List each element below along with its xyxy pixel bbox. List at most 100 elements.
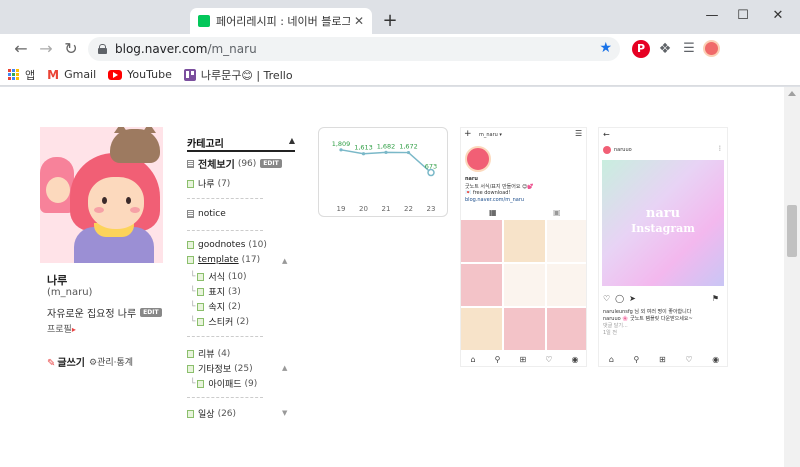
new-tab-button[interactable]: + xyxy=(380,10,400,31)
pinterest-icon[interactable]: P xyxy=(632,40,650,58)
search-icon: ⚲ xyxy=(633,354,640,364)
profile-image[interactable] xyxy=(40,127,163,263)
reading-list-icon[interactable]: ☰ xyxy=(680,40,698,58)
gmail-icon: M xyxy=(47,67,60,82)
manage-stats-link[interactable]: ⚙관리·통계 xyxy=(89,355,133,368)
category-item-template[interactable]: template (17) xyxy=(187,255,260,265)
edit-description-button[interactable]: EDIT xyxy=(140,308,162,317)
tab-close-icon[interactable]: ✕ xyxy=(354,14,364,28)
category-item-etc-info[interactable]: 기타정보 (25) xyxy=(187,362,253,375)
heart-icon: ♡ xyxy=(685,354,693,364)
bookmark-trello[interactable]: 나루문구😊 | Trello xyxy=(183,67,293,83)
bookmark-star-icon[interactable]: ★ xyxy=(599,40,612,56)
category-item-notice[interactable]: notice xyxy=(187,209,226,219)
visitor-date-label: 22 xyxy=(404,205,413,213)
category-item-ipad[interactable]: └ 아이패드 (9) xyxy=(190,377,257,391)
more-icon: ⋮ xyxy=(717,145,723,152)
edit-category-button[interactable]: EDIT xyxy=(260,159,282,168)
category-item-review[interactable]: 리뷰 (4) xyxy=(187,347,230,360)
category-item-inner-page[interactable]: └ 속지 (2) xyxy=(190,300,241,314)
phone1-username: m_naru ▾ xyxy=(479,132,502,138)
pencil-icon: ✎ xyxy=(47,358,56,369)
visitor-value-label: 1,682 xyxy=(377,142,396,150)
search-icon: ⚲ xyxy=(494,354,501,364)
share-icon: ➤ xyxy=(629,294,636,303)
document-icon xyxy=(187,241,194,249)
document-icon xyxy=(187,256,194,264)
visitor-value-label: 1,809 xyxy=(332,140,351,148)
collapse-arrow-icon[interactable]: ▲ xyxy=(282,364,287,372)
list-icon xyxy=(187,159,194,168)
collapse-arrow-icon[interactable]: ▲ xyxy=(282,257,287,265)
bookmarks-bar: 앱 M Gmail YouTube 나루문구😊 | Trello xyxy=(0,64,800,86)
collapse-caret-icon[interactable]: ▲ xyxy=(289,136,295,145)
category-item-cover[interactable]: └ 표지 (3) xyxy=(190,285,241,299)
visitor-stat-widget[interactable]: 1,809 19 1,613 20 1,682 21 1,672 22 673 23 xyxy=(318,127,448,217)
visitor-point[interactable] xyxy=(339,148,343,152)
document-icon xyxy=(187,364,194,373)
instagram-bottom-nav: ⌂ ⚲ ⊞ ♡ ◉ xyxy=(461,352,586,366)
blog-owner-name: 나루 xyxy=(47,274,68,287)
document-icon xyxy=(197,379,205,388)
back-arrow-icon: ← xyxy=(603,130,610,139)
category-item-sticker[interactable]: └ 스티커 (2) xyxy=(190,315,249,329)
blog-description: 자유로운 집요정 나루 EDIT xyxy=(47,305,162,320)
browser-toolbar: ← → ↻ blog.naver.com/m_naru ★ P ❖ ☰ xyxy=(0,34,800,64)
forward-arrow-icon[interactable]: → xyxy=(37,40,55,58)
category-item-goodnotes[interactable]: goodnotes (10) xyxy=(187,240,267,250)
visitor-value-label: 1,672 xyxy=(399,143,418,151)
address-bar[interactable]: blog.naver.com/m_naru ★ xyxy=(88,37,620,61)
minimize-button[interactable]: — xyxy=(697,6,727,26)
category-all[interactable]: 전체보기 (96) EDIT xyxy=(187,156,282,171)
close-window-button[interactable]: ✕ xyxy=(763,6,793,26)
page-scrollbar[interactable] xyxy=(784,87,800,467)
visitor-point[interactable] xyxy=(361,152,366,156)
instagram-profile-screenshot: + m_naru ▾ ☰ naru 굿노트 서식/표지 만들어요 😊💕 💌 fr… xyxy=(460,127,587,367)
visitor-date-label: 19 xyxy=(337,205,346,213)
add-post-icon: ⊞ xyxy=(519,354,527,364)
apps-grid-icon xyxy=(8,69,19,80)
profile-avatar[interactable] xyxy=(703,40,720,57)
document-icon xyxy=(197,272,205,281)
profile-icon: ◉ xyxy=(571,354,579,364)
page-content: 나루 (m_naru) 자유로운 집요정 나루 EDIT 프로필▸ ✎ 글쓰기 ⚙… xyxy=(0,87,784,467)
trello-icon xyxy=(183,68,196,81)
bookmark-apps[interactable]: 앱 xyxy=(8,67,35,83)
browser-tab[interactable]: 페어리레시피 : 네이버 블로그 ✕ xyxy=(190,8,372,34)
category-item-naru[interactable]: 나루 (7) xyxy=(187,177,230,190)
profile-icon: ◉ xyxy=(712,354,720,364)
avatar xyxy=(603,146,611,154)
scroll-thumb[interactable] xyxy=(787,205,797,257)
avatar xyxy=(465,146,491,172)
menu-icon: ☰ xyxy=(575,129,583,138)
bookmark-gmail[interactable]: M Gmail xyxy=(47,68,96,82)
reload-icon[interactable]: ↻ xyxy=(62,40,80,58)
profile-link[interactable]: 프로필▸ xyxy=(47,322,76,335)
tab-strip: 페어리레시피 : 네이버 블로그 ✕ + — ☐ ✕ xyxy=(0,0,800,34)
bookmark-youtube[interactable]: YouTube xyxy=(108,68,172,81)
scroll-up-arrow-icon[interactable] xyxy=(788,91,796,96)
category-item-format[interactable]: └ 서식 (10) xyxy=(190,270,246,284)
gear-icon: ⚙ xyxy=(89,358,98,368)
home-icon: ⌂ xyxy=(608,354,614,364)
maximize-button[interactable]: ☐ xyxy=(728,6,758,26)
visitor-date-label: 21 xyxy=(382,205,391,213)
document-icon xyxy=(187,349,194,358)
back-arrow-icon[interactable]: ← xyxy=(12,40,30,58)
url-text: blog.naver.com/m_naru xyxy=(115,42,257,56)
list-icon xyxy=(187,210,194,218)
visitor-point[interactable] xyxy=(384,150,388,154)
visitor-value-label: 1,613 xyxy=(354,144,373,152)
category-item-daily[interactable]: 일상 (26) xyxy=(187,407,236,420)
home-icon: ⌂ xyxy=(470,354,476,364)
category-title: 카테고리 xyxy=(187,139,224,150)
expand-arrow-icon[interactable]: ▼ xyxy=(282,409,287,417)
post-grid xyxy=(461,220,586,350)
write-post-link[interactable]: ✎ 글쓰기 xyxy=(47,354,85,369)
comment-icon: ◯ xyxy=(615,294,625,303)
extensions-puzzle-icon[interactable]: ❖ xyxy=(656,40,674,58)
visitor-point[interactable] xyxy=(406,150,411,155)
add-post-icon: ⊞ xyxy=(659,354,666,364)
chevron-right-icon: ▸ xyxy=(71,325,76,334)
youtube-icon xyxy=(108,69,123,80)
